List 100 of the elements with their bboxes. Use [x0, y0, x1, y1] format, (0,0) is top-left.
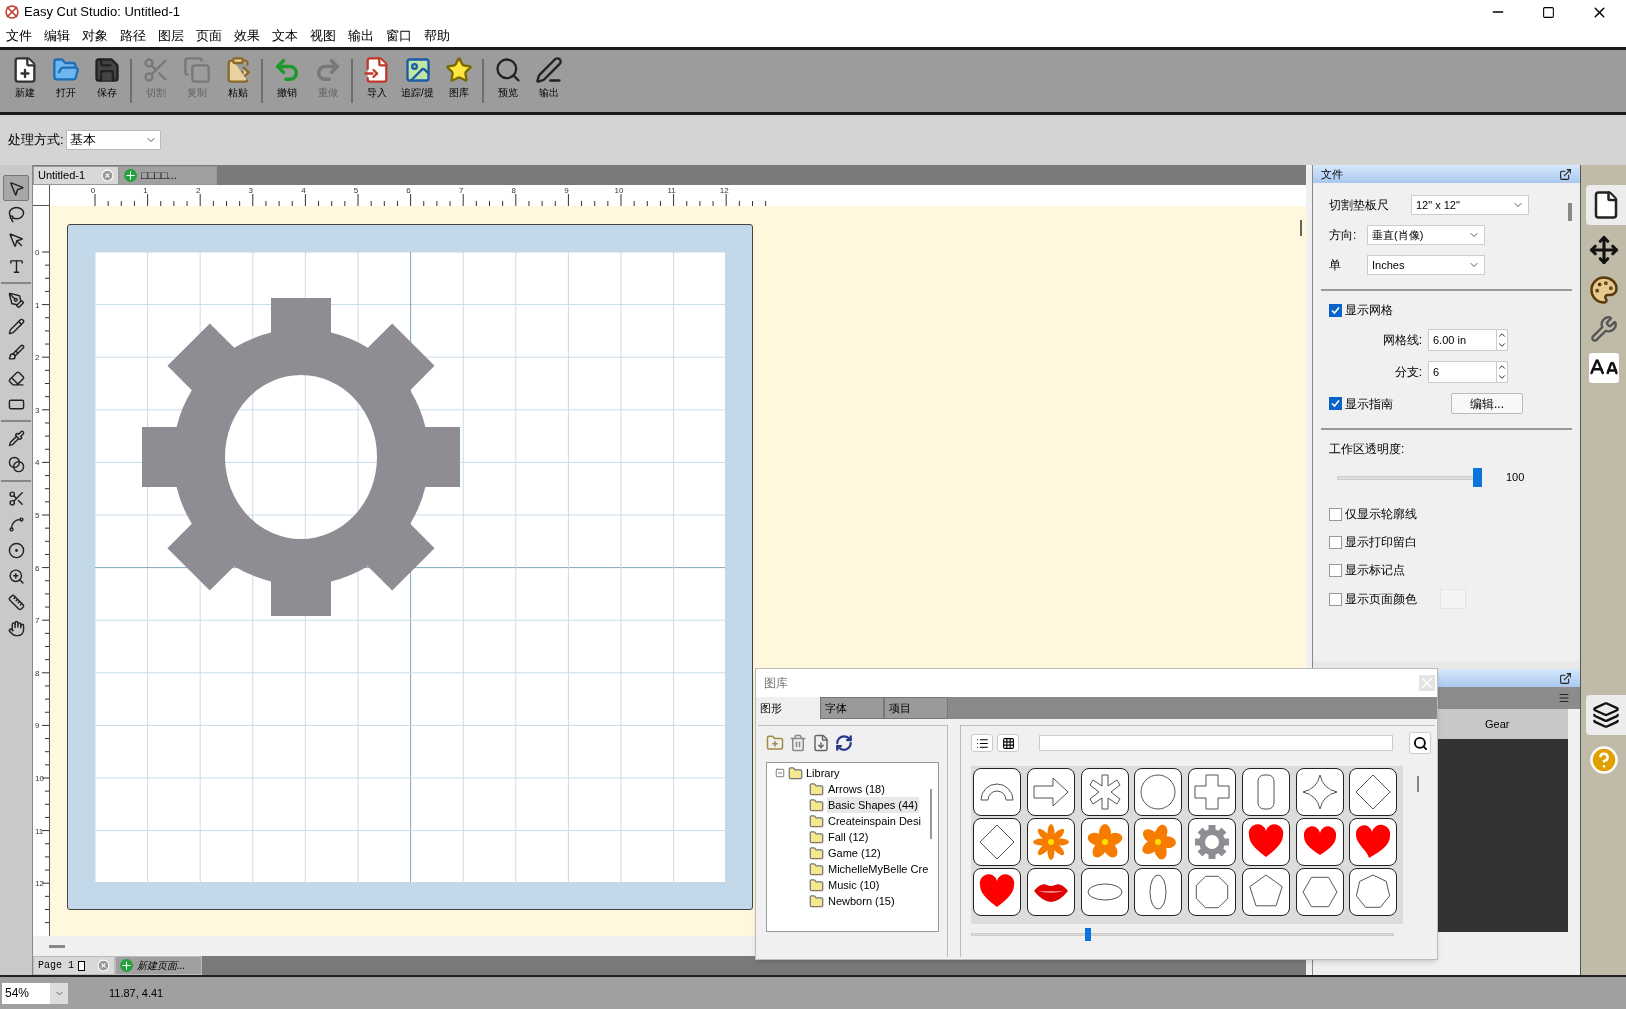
dropdown-field[interactable]: 12" x 12" — [1411, 195, 1529, 215]
shape-tile[interactable] — [1349, 768, 1398, 816]
slider-thumb[interactable] — [1473, 468, 1482, 487]
grid-view-button[interactable] — [997, 734, 1019, 752]
menu-item[interactable]: 文件 — [0, 25, 38, 46]
shape-tile[interactable] — [1241, 768, 1290, 816]
delete-icon[interactable] — [789, 734, 807, 752]
shape-tile[interactable] — [1080, 768, 1129, 816]
number-spinner[interactable]: 6.00 in — [1428, 329, 1508, 351]
spin-down-icon[interactable] — [1497, 372, 1507, 382]
shape-tile[interactable] — [1241, 818, 1290, 866]
menu-item[interactable]: 效果 — [228, 25, 266, 46]
checkbox[interactable] — [1329, 303, 1342, 317]
shape-tile[interactable] — [1134, 868, 1183, 916]
palette-icon[interactable] — [1588, 275, 1619, 305]
shape-tile[interactable] — [1080, 818, 1129, 866]
opacity-slider[interactable] — [1337, 468, 1482, 487]
toolbar-button[interactable]: 保存 — [86, 52, 127, 110]
dropdown-field[interactable]: Inches — [1367, 255, 1485, 275]
menu-item[interactable]: 视图 — [304, 25, 342, 46]
shape-tile[interactable] — [1188, 768, 1236, 816]
menu-item[interactable]: 输出 — [342, 25, 380, 46]
shape-tile[interactable] — [1080, 868, 1129, 916]
shape-tile[interactable] — [1241, 868, 1290, 916]
toolbar-button[interactable]: 追踪/提 — [397, 52, 438, 110]
tree-item[interactable]: Arrows (18) — [827, 780, 886, 798]
checkbox[interactable] — [1329, 397, 1342, 410]
menu-item[interactable]: 文本 — [266, 25, 304, 46]
layers-panel-tab[interactable] — [1586, 695, 1626, 735]
tree-item[interactable]: MichelleMyBelle Cre — [827, 860, 930, 878]
toolbar-button[interactable]: 新建 — [4, 52, 45, 110]
checkbox[interactable] — [1329, 535, 1342, 549]
menu-item[interactable]: 图层 — [152, 25, 190, 46]
shape-tile[interactable] — [1188, 868, 1236, 916]
shape-tile[interactable] — [1295, 868, 1344, 916]
wrench-icon[interactable] — [1589, 315, 1618, 343]
shape-tile[interactable] — [1026, 768, 1075, 816]
library-tab[interactable]: 图形 — [756, 697, 820, 719]
tree-item[interactable]: Music (10) — [827, 876, 881, 894]
document-tab[interactable]: □□□□... — [119, 166, 217, 185]
list-view-button[interactable] — [971, 734, 993, 752]
move-icon[interactable] — [1588, 235, 1619, 265]
shape-tile[interactable] — [1134, 768, 1183, 816]
menu-item[interactable]: 对象 — [76, 25, 114, 46]
shape-tile[interactable] — [973, 818, 1021, 866]
search-button[interactable] — [1409, 732, 1431, 754]
slider-thumb[interactable] — [1085, 928, 1092, 941]
shape-tile[interactable] — [1349, 868, 1398, 916]
gear-shape[interactable] — [142, 298, 460, 616]
menu-item[interactable]: 帮助 — [418, 25, 456, 46]
menu-item[interactable]: 路径 — [114, 25, 152, 46]
shape-tile[interactable] — [973, 768, 1021, 816]
menu-icon[interactable] — [1558, 692, 1570, 704]
collapse-icon[interactable] — [775, 768, 785, 778]
toolbar-button[interactable]: 输出 — [528, 52, 569, 110]
shape-tile[interactable] — [1026, 868, 1075, 916]
checkbox[interactable] — [1329, 507, 1342, 521]
refresh-icon[interactable] — [835, 734, 853, 752]
document-panel-tab[interactable] — [1586, 185, 1626, 225]
tree-item[interactable]: Fall (12) — [827, 828, 870, 846]
import-icon[interactable] — [812, 734, 830, 752]
tree-item[interactable]: Basic Shapes (44) — [827, 796, 919, 814]
toolbar-button[interactable]: 粘贴 — [217, 52, 258, 110]
page-tab[interactable]: 新建页面... — [115, 956, 202, 975]
toolbar-button[interactable]: 打开 — [45, 52, 86, 110]
menu-item[interactable]: 页面 — [190, 25, 228, 46]
library-tab[interactable]: 字体 — [820, 697, 884, 719]
spin-up-icon[interactable] — [1497, 362, 1507, 372]
number-spinner[interactable]: 6 — [1428, 361, 1508, 383]
toolbar-button[interactable]: 预览 — [487, 52, 528, 110]
menu-item[interactable]: 编辑 — [38, 25, 76, 46]
shape-tile[interactable] — [1295, 818, 1344, 866]
checkbox[interactable] — [1329, 592, 1342, 606]
shape-tile[interactable] — [1349, 818, 1398, 866]
font-size-icon[interactable] — [1588, 353, 1619, 383]
tree-item[interactable]: Createinspain Desi — [827, 812, 922, 830]
shape-tile[interactable] — [1188, 818, 1236, 866]
thumbnail-size-slider[interactable] — [971, 928, 1394, 941]
edit-button[interactable]: 编辑... — [1451, 393, 1523, 414]
document-tab[interactable]: Untitled-1 — [33, 166, 119, 185]
spin-up-icon[interactable] — [1497, 330, 1507, 340]
tree-item[interactable]: Game (12) — [827, 844, 882, 862]
toolbar-button[interactable]: 撤销 — [266, 52, 307, 110]
page-tab[interactable]: Page 1 — [33, 956, 115, 975]
popout-icon[interactable] — [1559, 671, 1572, 685]
zoom-select[interactable]: 54% — [2, 982, 68, 1004]
shape-tile[interactable] — [1295, 768, 1344, 816]
shape-tile[interactable] — [1026, 818, 1075, 866]
dropdown-field[interactable]: 垂直(肖像) — [1367, 225, 1485, 245]
spin-down-icon[interactable] — [1497, 340, 1507, 350]
tool-button[interactable] — [3, 175, 29, 201]
maximize-icon[interactable] — [1542, 5, 1555, 19]
shape-tile[interactable] — [1134, 818, 1183, 866]
toolbar-button[interactable]: 图库 — [438, 52, 479, 110]
tree-item[interactable]: Library — [806, 764, 840, 782]
new-folder-icon[interactable] — [766, 734, 784, 752]
toolbar-button[interactable]: 导入 — [356, 52, 397, 110]
processing-mode-select[interactable]: 基本 — [65, 130, 161, 150]
checkbox[interactable] — [1329, 563, 1342, 577]
popout-icon[interactable] — [1559, 167, 1572, 181]
